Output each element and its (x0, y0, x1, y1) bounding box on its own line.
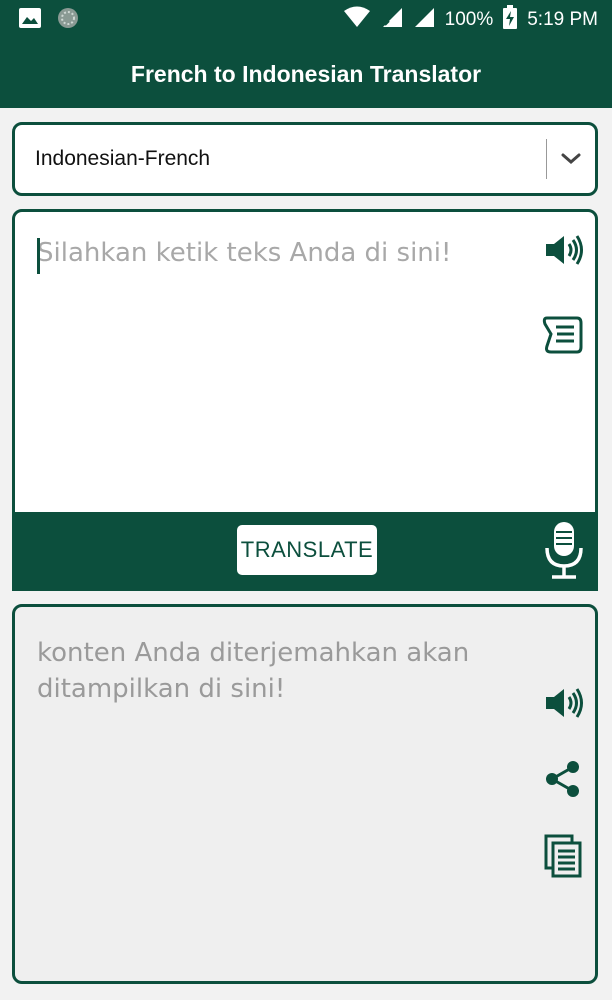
battery-percent: 100% (444, 9, 494, 30)
signal-icon (413, 6, 435, 34)
app-bar: French to Indonesian Translator (0, 40, 612, 108)
app-icon (56, 6, 80, 35)
translated-text: konten Anda diterjemahkan akan ditampilk… (37, 638, 470, 704)
signal-icon (381, 6, 403, 34)
microphone-icon[interactable] (537, 518, 591, 582)
status-bar: 100% 5:19 PM (0, 0, 612, 40)
chevron-down-icon[interactable] (547, 152, 595, 166)
page-title: French to Indonesian Translator (130, 60, 482, 87)
output-card: konten Anda diterjemahkan akan ditampilk… (12, 604, 598, 984)
image-icon (18, 7, 42, 34)
source-text-input[interactable] (37, 238, 507, 268)
wifi-icon (343, 6, 371, 34)
language-select-value: Indonesian-French (35, 147, 211, 170)
translate-button[interactable]: TRANSLATE (237, 525, 377, 575)
share-icon[interactable] (543, 759, 583, 799)
scroll-icon[interactable] (539, 312, 587, 358)
speaker-icon[interactable] (541, 230, 587, 270)
battery-charging-icon (503, 5, 518, 35)
speaker-icon[interactable] (541, 683, 587, 723)
input-card: TRANSLATE (12, 209, 598, 591)
language-select[interactable]: Indonesian-French (12, 122, 598, 196)
copy-icon[interactable] (541, 833, 585, 879)
clock: 5:19 PM (527, 9, 598, 30)
text-cursor (37, 238, 40, 274)
input-action-bar: TRANSLATE (15, 512, 595, 588)
